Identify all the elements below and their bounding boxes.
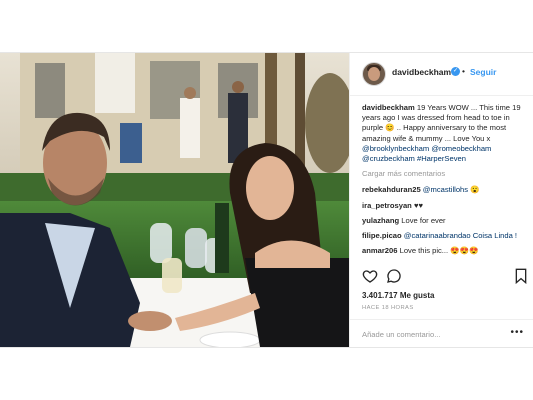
comment-item: ira_petrosyan ♥♥ bbox=[362, 201, 528, 211]
action-bar bbox=[362, 268, 528, 286]
avatar-face bbox=[368, 67, 380, 81]
more-options-icon[interactable]: ••• bbox=[510, 327, 524, 338]
caption-mentions[interactable]: @brooklynbeckham @romeobeckham @cruzbeck… bbox=[362, 144, 491, 163]
load-more-comments[interactable]: Cargar más comentarios bbox=[362, 169, 528, 179]
caption-username[interactable]: davidbeckham bbox=[362, 103, 415, 112]
follow-button[interactable]: Seguir bbox=[470, 67, 496, 77]
caption: davidbeckham 19 Years WOW ... This time … bbox=[362, 103, 528, 164]
verified-badge-icon: ✓ bbox=[451, 67, 460, 76]
comment-item: filipe.picao @catarinaabrandao Coisa Lin… bbox=[362, 231, 528, 241]
comment-icon[interactable] bbox=[386, 268, 402, 284]
comment-text: Love for ever bbox=[401, 215, 446, 225]
comment-text: Love this pic... 😍😍😍 bbox=[399, 246, 479, 256]
comment-username[interactable]: rebekahduran25 bbox=[362, 185, 421, 194]
add-comment-input[interactable] bbox=[362, 327, 502, 341]
comment-text: @mcastillohs 😮 bbox=[422, 185, 480, 195]
instagram-post: davidbeckham ✓ • Seguir davidbeckham 19 … bbox=[0, 52, 533, 348]
post-side-panel: davidbeckham ✓ • Seguir davidbeckham 19 … bbox=[349, 53, 533, 347]
post-photo[interactable] bbox=[0, 53, 349, 347]
comment-item: yulazhang Love for ever bbox=[362, 216, 528, 226]
comment-item: anmar206 Love this pic... 😍😍😍 bbox=[362, 246, 528, 256]
comment-username[interactable]: anmar206 bbox=[362, 246, 397, 255]
comment-username[interactable]: yulazhang bbox=[362, 216, 399, 225]
bookmark-icon[interactable] bbox=[514, 268, 528, 284]
heart-icon[interactable] bbox=[362, 268, 378, 284]
comment-username[interactable]: ira_petrosyan bbox=[362, 201, 412, 210]
post-header: davidbeckham ✓ • Seguir bbox=[350, 53, 533, 96]
username-link[interactable]: davidbeckham bbox=[392, 67, 451, 77]
like-count[interactable]: 3.401.717 Me gusta bbox=[362, 291, 434, 300]
separator-dot: • bbox=[462, 66, 465, 76]
post-timestamp: HACE 18 HORAS bbox=[362, 305, 414, 311]
add-comment-bar: ••• bbox=[350, 319, 533, 347]
comments-list: davidbeckham 19 Years WOW ... This time … bbox=[362, 103, 528, 261]
comment-username[interactable]: filipe.picao bbox=[362, 231, 402, 240]
comment-text: @catarinaabrandao Coisa Linda ! bbox=[403, 231, 518, 241]
comment-text: ♥♥ bbox=[413, 200, 423, 210]
couple-dinner-photo bbox=[0, 53, 349, 347]
avatar[interactable] bbox=[362, 62, 386, 86]
comment-item: rebekahduran25 @mcastillohs 😮 bbox=[362, 185, 528, 195]
